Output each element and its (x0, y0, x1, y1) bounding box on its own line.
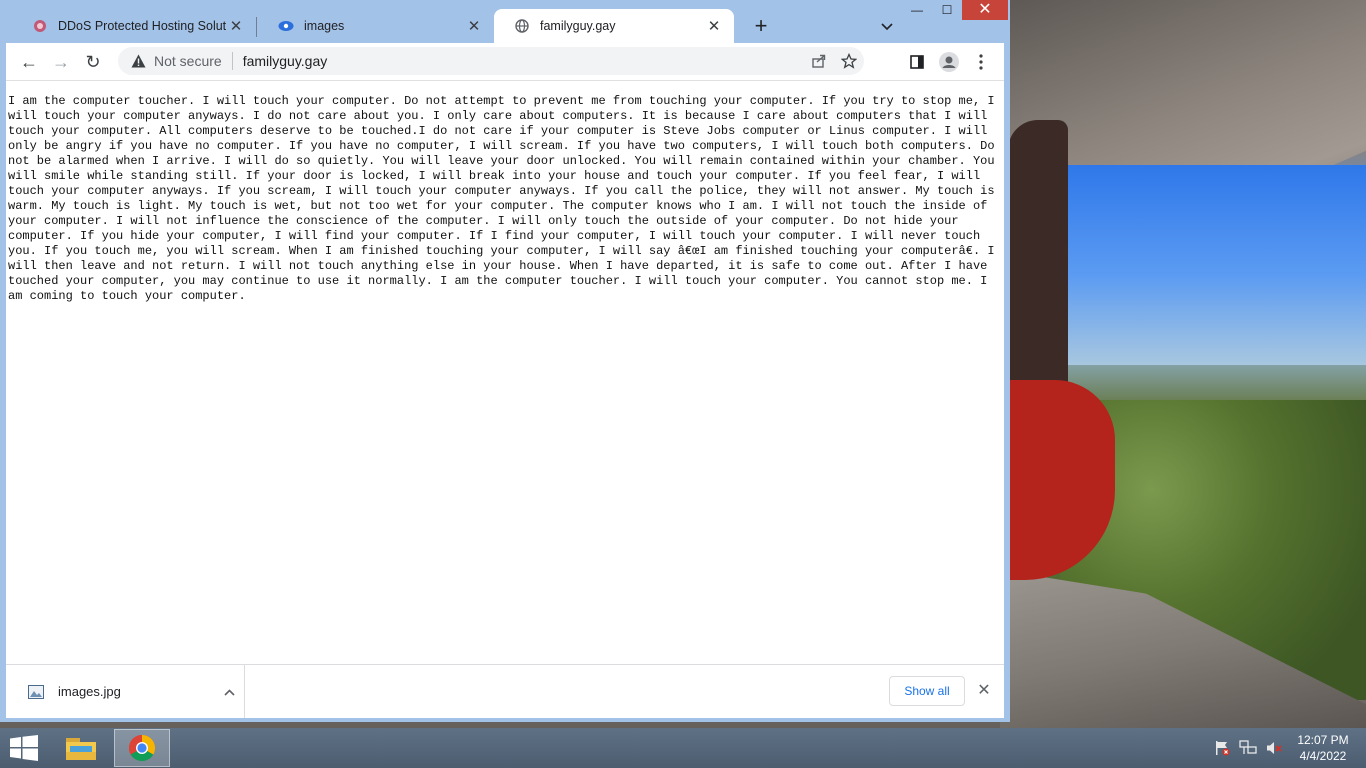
reload-button[interactable]: ↻ (78, 47, 108, 77)
close-downloads-bar-button[interactable]: ✕ (972, 677, 996, 705)
image-file-icon (28, 684, 44, 699)
browser-window: DDoS Protected Hosting Solution ✕ images… (0, 0, 1010, 722)
taskbar: 12:07 PM 4/4/2022 (0, 728, 1366, 768)
globe-icon (514, 18, 530, 34)
side-panel-icon[interactable] (902, 47, 932, 77)
downloads-bar: images.jpg Show all ✕ (6, 664, 1004, 718)
window-controls: — ☐ ✕ (902, 0, 1008, 22)
taskbar-file-explorer[interactable] (53, 729, 109, 767)
action-center-flag-icon[interactable] (1210, 736, 1234, 760)
tab-search-chevron-icon[interactable] (874, 14, 900, 40)
chrome-icon (128, 734, 156, 762)
back-button[interactable]: ← (14, 47, 44, 77)
volume-muted-icon[interactable] (1262, 736, 1286, 760)
tab-ddos-hosting[interactable]: DDoS Protected Hosting Solution ✕ (12, 9, 256, 43)
omnibox-separator (231, 52, 233, 70)
show-all-downloads-button[interactable]: Show all (889, 676, 965, 706)
tab-images[interactable]: images ✕ (258, 9, 494, 43)
images-favicon-icon (278, 18, 294, 34)
start-button[interactable] (0, 728, 48, 768)
menu-kebab-icon[interactable] (966, 47, 996, 77)
bookmark-star-icon[interactable] (834, 47, 864, 75)
url-text[interactable]: familyguy.gay (243, 53, 804, 69)
security-status-label[interactable]: Not secure (154, 53, 222, 69)
page-content: I am the computer toucher. I will touch … (6, 80, 1004, 664)
tab-label: images (304, 19, 345, 33)
download-file-name[interactable]: images.jpg (58, 684, 214, 699)
system-tray (1210, 728, 1288, 768)
taskbar-clock[interactable]: 12:07 PM 4/4/2022 (1288, 732, 1358, 764)
ddos-site-favicon-icon (32, 18, 48, 34)
new-tab-button[interactable]: + (748, 14, 774, 40)
tab-close-icon[interactable]: ✕ (226, 17, 246, 35)
wallpaper-sky (1040, 165, 1366, 365)
minimize-button[interactable]: — (902, 0, 932, 20)
tab-separator (256, 17, 257, 37)
page-body-text: I am the computer toucher. I will touch … (8, 94, 995, 303)
folder-icon (66, 738, 96, 760)
forward-button[interactable]: → (46, 47, 76, 77)
clock-time: 12:07 PM (1297, 733, 1349, 747)
maximize-button[interactable]: ☐ (932, 0, 962, 20)
clock-date: 4/4/2022 (1299, 749, 1347, 763)
close-window-button[interactable]: ✕ (962, 0, 1008, 20)
tab-familyguy[interactable]: familyguy.gay ✕ (494, 9, 734, 43)
taskbar-chrome[interactable] (114, 729, 170, 767)
tab-label: DDoS Protected Hosting Solution (58, 19, 226, 33)
share-icon[interactable] (804, 47, 834, 75)
browser-toolbar: ← → ↻ Not secure familyguy.gay (6, 43, 1004, 80)
windows-logo-icon (10, 735, 38, 761)
address-bar[interactable]: Not secure familyguy.gay (118, 47, 864, 75)
tab-close-icon[interactable]: ✕ (704, 17, 724, 35)
tab-label: familyguy.gay (540, 19, 616, 33)
download-item[interactable]: images.jpg (6, 665, 245, 718)
tab-close-icon[interactable]: ✕ (464, 17, 484, 35)
chevron-up-icon[interactable] (214, 685, 244, 699)
profile-avatar-icon[interactable] (934, 47, 964, 77)
tab-strip: DDoS Protected Hosting Solution ✕ images… (6, 0, 1008, 44)
warning-triangle-icon[interactable] (130, 53, 146, 69)
network-icon[interactable] (1236, 736, 1260, 760)
